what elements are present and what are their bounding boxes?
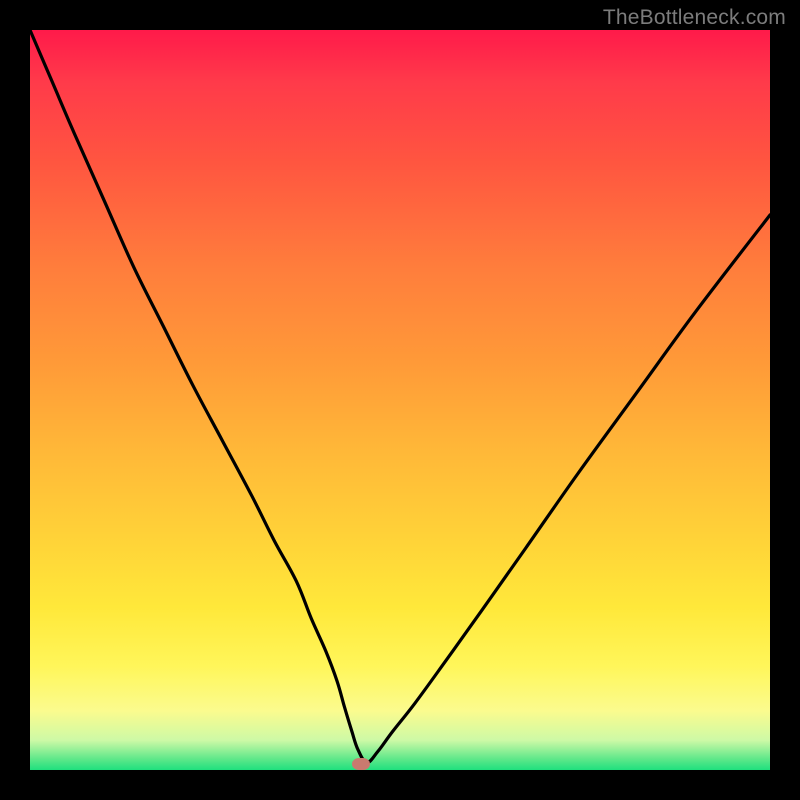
bottleneck-curve [30, 30, 770, 770]
watermark-text: TheBottleneck.com [603, 6, 786, 30]
minimum-marker [352, 758, 370, 770]
